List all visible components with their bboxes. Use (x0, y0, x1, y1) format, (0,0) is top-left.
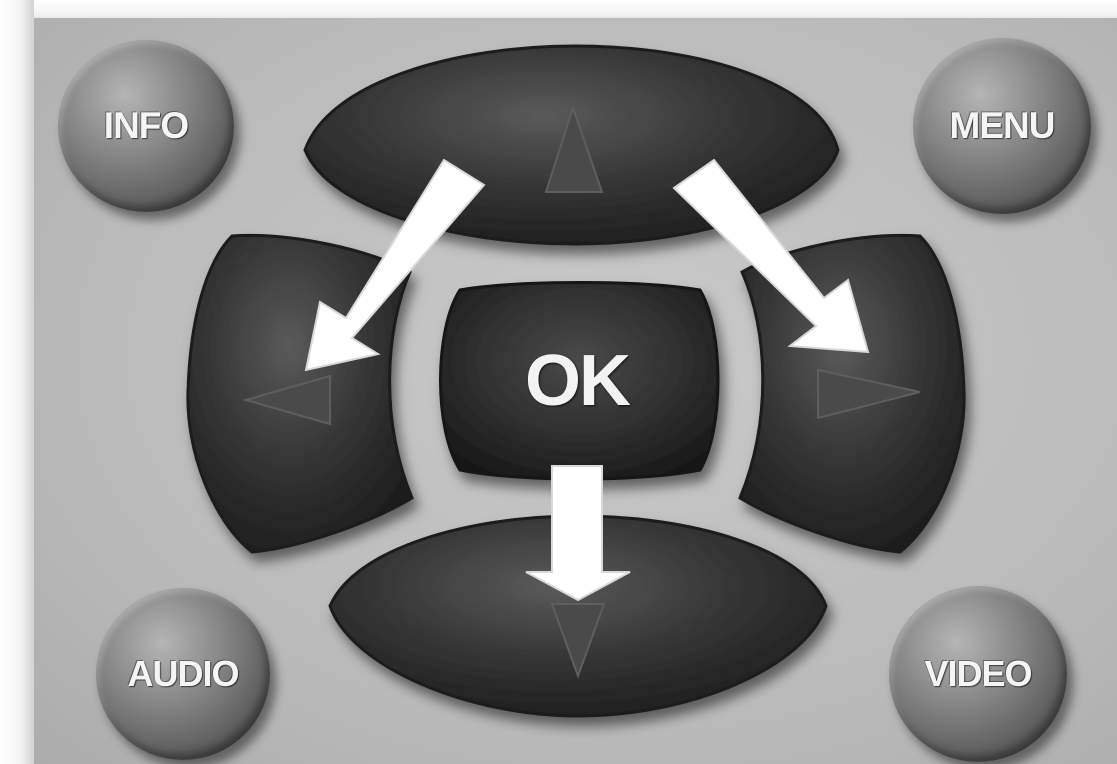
remote-control: OK INFO MENU AUDIO VIDEO (0, 0, 1117, 764)
info-label: INFO (103, 105, 189, 146)
menu-label: MENU (949, 105, 1056, 146)
info-button[interactable]: INFO (58, 40, 234, 212)
menu-button[interactable]: MENU (913, 38, 1091, 214)
ok-button[interactable] (439, 281, 720, 481)
video-button[interactable]: VIDEO (889, 586, 1067, 762)
audio-button[interactable]: AUDIO (96, 588, 270, 760)
video-label: VIDEO (924, 653, 1032, 694)
audio-label: AUDIO (127, 653, 240, 694)
